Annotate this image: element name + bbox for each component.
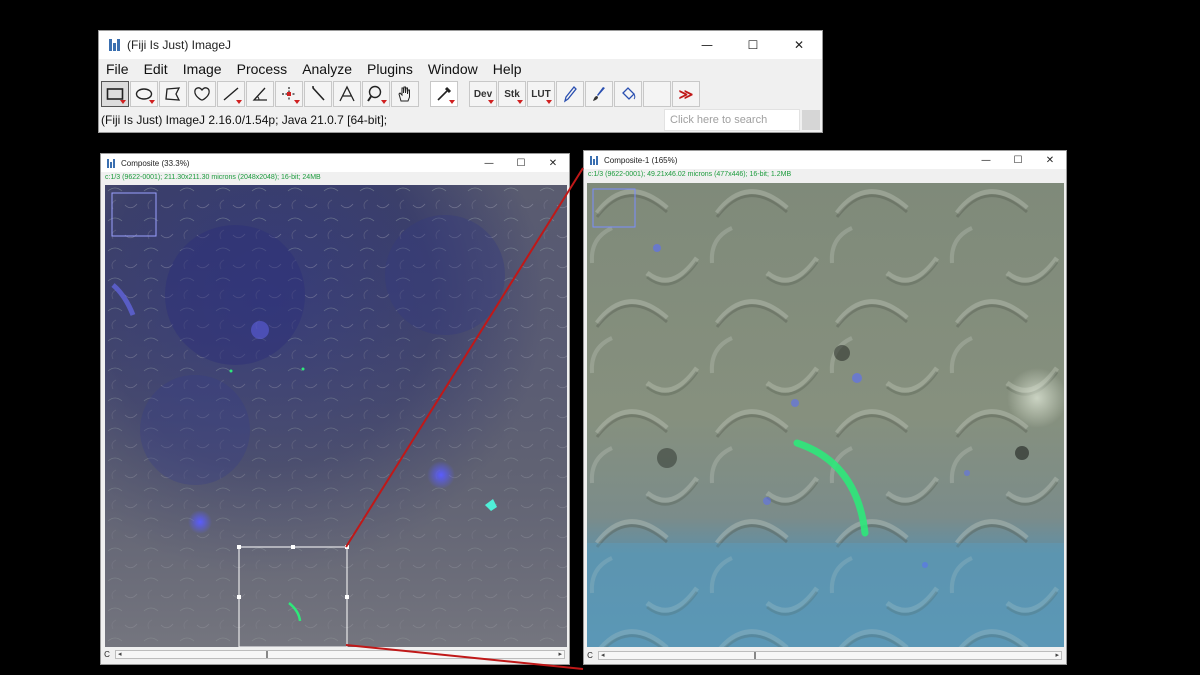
search-scroll-button[interactable] bbox=[802, 110, 820, 130]
empty-tool-slot bbox=[643, 81, 671, 107]
menu-analyze[interactable]: Analyze bbox=[302, 61, 352, 77]
point-tool-icon[interactable] bbox=[275, 81, 303, 107]
pencil-tool-icon[interactable] bbox=[556, 81, 584, 107]
channel-scroll-label: C bbox=[104, 649, 110, 659]
main-titlebar[interactable]: (Fiji Is Just) ImageJ — ☐ ✕ bbox=[99, 31, 822, 59]
minimize-button[interactable]: — bbox=[970, 151, 1002, 169]
flood-fill-tool-icon[interactable] bbox=[614, 81, 642, 107]
menu-window[interactable]: Window bbox=[428, 61, 478, 77]
search-placeholder: Click here to search bbox=[670, 114, 768, 126]
hand-tool-icon[interactable] bbox=[391, 81, 419, 107]
maximize-button[interactable]: ☐ bbox=[505, 154, 537, 172]
stk-label: Stk bbox=[504, 88, 520, 100]
menu-bar: File Edit Image Process Analyze Plugins … bbox=[99, 59, 822, 79]
horizontal-scrollbar[interactable]: C ◂ ▸ bbox=[584, 649, 1066, 661]
minimize-button[interactable]: — bbox=[473, 154, 505, 172]
status-text: (Fiji Is Just) ImageJ 2.16.0/1.54p; Java… bbox=[101, 113, 388, 127]
zoomed-image-canvas[interactable] bbox=[587, 183, 1064, 647]
image-info-line: c:1/3 (9622-0001); 49.21x46.02 microns (… bbox=[584, 169, 1066, 180]
search-input[interactable]: Click here to search bbox=[664, 109, 800, 131]
wand-tool-icon[interactable] bbox=[304, 81, 332, 107]
dev-menu-button[interactable]: Dev bbox=[469, 81, 497, 107]
scroll-thumb[interactable] bbox=[266, 651, 268, 658]
channel-scroll-label: C bbox=[587, 650, 593, 660]
status-bar: (Fiji Is Just) ImageJ 2.16.0/1.54p; Java… bbox=[99, 109, 822, 131]
composite-window-title: Composite (33.3%) bbox=[121, 158, 190, 168]
scroll-right-arrow-icon[interactable]: ▸ bbox=[558, 650, 562, 658]
freehand-tool-icon[interactable] bbox=[188, 81, 216, 107]
fiji-app-icon bbox=[107, 158, 116, 168]
image-info-line: c:1/3 (9622-0001); 211.30x211.30 microns… bbox=[101, 172, 569, 183]
close-button[interactable]: ✕ bbox=[1034, 151, 1066, 169]
tool-bar: Dev Stk LUT ≫ bbox=[99, 79, 822, 109]
fiji-app-icon bbox=[109, 39, 121, 51]
angle-tool-icon[interactable] bbox=[246, 81, 274, 107]
polygon-tool-icon[interactable] bbox=[159, 81, 187, 107]
composite-1-image-window: Composite-1 (165%) — ☐ ✕ c:1/3 (9622-000… bbox=[583, 150, 1067, 665]
lut-label: LUT bbox=[531, 88, 551, 100]
image-canvas[interactable] bbox=[105, 185, 567, 647]
scroll-right-arrow-icon[interactable]: ▸ bbox=[1055, 651, 1059, 659]
composite-image-window: Composite (33.3%) — ☐ ✕ c:1/3 (9622-0001… bbox=[100, 153, 570, 665]
magnifier-tool-icon[interactable] bbox=[362, 81, 390, 107]
scroll-track[interactable]: ◂ ▸ bbox=[598, 651, 1062, 660]
maximize-button[interactable]: ☐ bbox=[730, 31, 776, 59]
menu-edit[interactable]: Edit bbox=[144, 61, 168, 77]
scroll-track[interactable]: ◂ ▸ bbox=[115, 650, 565, 659]
menu-image[interactable]: Image bbox=[183, 61, 222, 77]
composite-titlebar[interactable]: Composite (33.3%) — ☐ ✕ bbox=[101, 154, 569, 172]
maximize-button[interactable]: ☐ bbox=[1002, 151, 1034, 169]
scroll-left-arrow-icon[interactable]: ◂ bbox=[601, 651, 605, 659]
fiji-app-icon bbox=[590, 155, 599, 165]
menu-help[interactable]: Help bbox=[493, 61, 522, 77]
close-button[interactable]: ✕ bbox=[537, 154, 569, 172]
brush-tool-icon[interactable] bbox=[585, 81, 613, 107]
oval-tool-icon[interactable] bbox=[130, 81, 158, 107]
horizontal-scrollbar[interactable]: C ◂ ▸ bbox=[101, 648, 569, 660]
lut-menu-button[interactable]: LUT bbox=[527, 81, 555, 107]
dev-label: Dev bbox=[473, 88, 493, 100]
scroll-left-arrow-icon[interactable]: ◂ bbox=[118, 650, 122, 658]
close-button[interactable]: ✕ bbox=[776, 31, 822, 59]
color-picker-tool-icon[interactable] bbox=[430, 81, 458, 107]
main-window-title: (Fiji Is Just) ImageJ bbox=[127, 38, 232, 52]
menu-file[interactable]: File bbox=[106, 61, 129, 77]
scroll-thumb[interactable] bbox=[754, 652, 756, 659]
menu-process[interactable]: Process bbox=[237, 61, 288, 77]
menu-plugins[interactable]: Plugins bbox=[367, 61, 413, 77]
text-tool-icon[interactable] bbox=[333, 81, 361, 107]
stk-menu-button[interactable]: Stk bbox=[498, 81, 526, 107]
composite-1-titlebar[interactable]: Composite-1 (165%) — ☐ ✕ bbox=[584, 151, 1066, 169]
composite-1-window-title: Composite-1 (165%) bbox=[604, 155, 678, 165]
more-tools-icon[interactable]: ≫ bbox=[672, 81, 700, 107]
line-tool-icon[interactable] bbox=[217, 81, 245, 107]
minimize-button[interactable]: — bbox=[684, 31, 730, 59]
more-tools-label: ≫ bbox=[678, 85, 694, 102]
rectangle-tool-icon[interactable] bbox=[101, 81, 129, 107]
imagej-main-window: (Fiji Is Just) ImageJ — ☐ ✕ File Edit Im… bbox=[98, 30, 823, 133]
